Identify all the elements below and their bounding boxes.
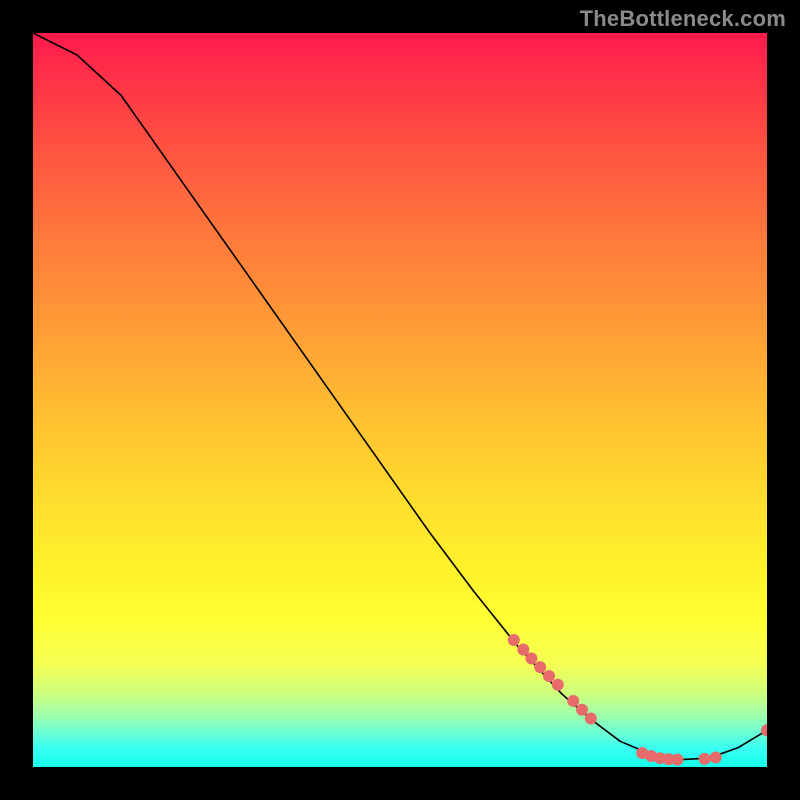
- chart-svg: [33, 33, 767, 767]
- bottleneck-markers: [508, 634, 767, 766]
- data-marker: [710, 751, 722, 763]
- plot-area: [33, 33, 767, 767]
- data-marker: [585, 713, 597, 725]
- bottleneck-curve-path: [33, 33, 767, 760]
- watermark-text: TheBottleneck.com: [580, 6, 786, 32]
- data-marker: [517, 644, 529, 656]
- data-marker: [534, 661, 546, 673]
- data-marker: [671, 754, 683, 766]
- data-marker: [543, 670, 555, 682]
- data-marker: [525, 652, 537, 664]
- data-marker: [699, 753, 711, 765]
- data-marker: [552, 679, 564, 691]
- data-marker: [576, 704, 588, 716]
- data-marker: [567, 695, 579, 707]
- chart-stage: TheBottleneck.com: [0, 0, 800, 800]
- data-marker: [761, 724, 767, 736]
- data-marker: [508, 634, 520, 646]
